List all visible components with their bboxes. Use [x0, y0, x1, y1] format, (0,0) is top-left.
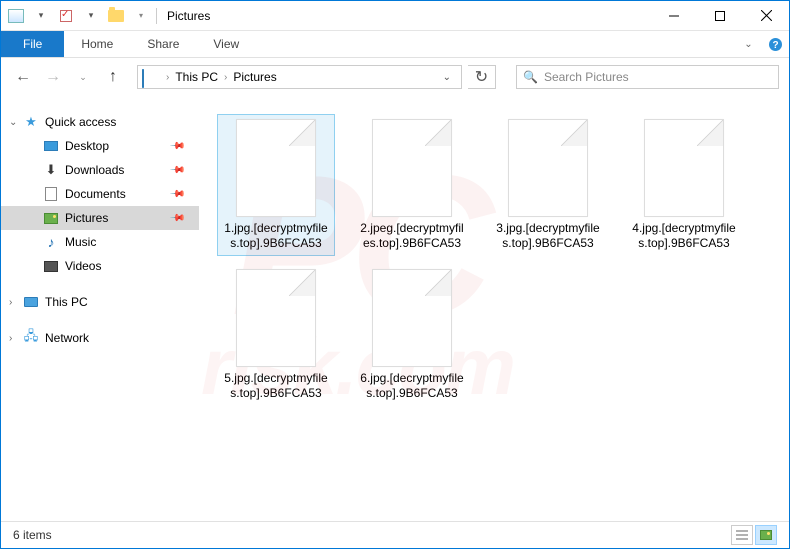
- file-item[interactable]: 1.jpg.[decryptmyfiles.top].9B6FCA53: [217, 114, 335, 256]
- pictures-icon: [43, 210, 59, 226]
- ribbon: File Home Share View ⌄ ?: [1, 31, 789, 58]
- star-icon: ★: [23, 114, 39, 130]
- file-name: 5.jpg.[decryptmyfiles.top].9B6FCA53: [222, 371, 330, 401]
- search-placeholder: Search Pictures: [544, 70, 629, 84]
- downloads-icon: ⬇: [43, 162, 59, 178]
- file-item[interactable]: 5.jpg.[decryptmyfiles.top].9B6FCA53: [217, 264, 335, 406]
- qat-dropdown2-icon[interactable]: ▾: [80, 5, 102, 27]
- tab-home[interactable]: Home: [64, 31, 130, 57]
- tab-view[interactable]: View: [196, 31, 256, 57]
- chevron-right-icon[interactable]: ›: [9, 333, 12, 344]
- qat-properties-icon[interactable]: [55, 5, 77, 27]
- sidebar-item-documents[interactable]: Documents📌: [1, 182, 199, 206]
- file-grid[interactable]: 1.jpg.[decryptmyfiles.top].9B6FCA53 2.jpe…: [199, 96, 789, 521]
- forward-button[interactable]: →: [41, 65, 65, 89]
- file-item[interactable]: 2.jpeg.[decryptmyfiles.top].9B6FCA53: [353, 114, 471, 256]
- svg-text:?: ?: [772, 40, 778, 51]
- breadcrumb[interactable]: › This PC › Pictures ⌄: [137, 65, 462, 89]
- file-name: 1.jpg.[decryptmyfiles.top].9B6FCA53: [222, 221, 330, 251]
- search-icon: 🔍: [523, 70, 538, 84]
- pin-icon: 📌: [168, 138, 185, 155]
- location-icon: [142, 70, 160, 84]
- file-item[interactable]: 3.jpg.[decryptmyfiles.top].9B6FCA53: [489, 114, 607, 256]
- breadcrumb-dropdown[interactable]: ⌄: [437, 72, 457, 83]
- documents-icon: [43, 186, 59, 202]
- file-tab[interactable]: File: [1, 31, 64, 57]
- file-icon: [372, 119, 452, 217]
- file-icon: [372, 269, 452, 367]
- refresh-button[interactable]: ↻: [468, 65, 496, 89]
- file-item[interactable]: 4.jpg.[decryptmyfiles.top].9B6FCA53: [625, 114, 743, 256]
- window-title: Pictures: [167, 9, 210, 23]
- chevron-right-icon[interactable]: ›: [9, 297, 12, 308]
- sidebar-this-pc[interactable]: ›This PC: [1, 290, 199, 314]
- sidebar-item-pictures[interactable]: Pictures📌: [1, 206, 199, 230]
- view-details-button[interactable]: [731, 525, 753, 545]
- pin-icon: 📌: [168, 186, 185, 203]
- separator: [156, 8, 157, 24]
- up-button[interactable]: ↑: [101, 65, 125, 89]
- qat-dropdown-icon[interactable]: ▾: [30, 5, 52, 27]
- title-bar: ▾ ▾ ▾ Pictures: [1, 1, 789, 31]
- file-icon: [236, 119, 316, 217]
- folder-icon: [105, 5, 127, 27]
- sidebar-network[interactable]: ›🖧Network: [1, 326, 199, 350]
- file-icon: [644, 119, 724, 217]
- thispc-icon: [23, 294, 39, 310]
- sidebar-quick-access[interactable]: ⌄ ★ Quick access: [1, 110, 199, 134]
- item-count: 6 items: [13, 528, 52, 542]
- sidebar-item-videos[interactable]: Videos: [1, 254, 199, 278]
- pin-icon: 📌: [168, 162, 185, 179]
- tab-share[interactable]: Share: [130, 31, 196, 57]
- status-bar: 6 items: [1, 521, 789, 547]
- search-input[interactable]: 🔍 Search Pictures: [516, 65, 779, 89]
- close-button[interactable]: [743, 1, 789, 31]
- file-name: 4.jpg.[decryptmyfiles.top].9B6FCA53: [630, 221, 738, 251]
- sidebar-item-music[interactable]: ♪Music: [1, 230, 199, 254]
- sidebar-item-downloads[interactable]: ⬇Downloads📌: [1, 158, 199, 182]
- explorer-icon: [5, 5, 27, 27]
- file-item[interactable]: 6.jpg.[decryptmyfiles.top].9B6FCA53: [353, 264, 471, 406]
- desktop-icon: [43, 138, 59, 154]
- qat-overflow-icon[interactable]: ▾: [130, 5, 152, 27]
- network-icon: 🖧: [23, 330, 39, 346]
- minimize-button[interactable]: [651, 1, 697, 31]
- file-name: 6.jpg.[decryptmyfiles.top].9B6FCA53: [358, 371, 466, 401]
- chevron-right-icon[interactable]: ›: [164, 72, 171, 83]
- content: ⌄ ★ Quick access Desktop📌 ⬇Downloads📌 Do…: [1, 96, 789, 521]
- address-bar-row: ← → ⌄ ↑ › This PC › Pictures ⌄ ↻ 🔍 Searc…: [1, 58, 789, 96]
- breadcrumb-thispc[interactable]: This PC: [171, 70, 222, 84]
- file-icon: [508, 119, 588, 217]
- view-icons-button[interactable]: [755, 525, 777, 545]
- help-icon[interactable]: ?: [762, 31, 789, 57]
- ribbon-expand[interactable]: ⌄: [735, 31, 762, 57]
- music-icon: ♪: [43, 234, 59, 250]
- videos-icon: [43, 258, 59, 274]
- recent-dropdown[interactable]: ⌄: [71, 65, 95, 89]
- file-name: 2.jpeg.[decryptmyfiles.top].9B6FCA53: [358, 221, 466, 251]
- chevron-right-icon[interactable]: ›: [222, 72, 229, 83]
- maximize-button[interactable]: [697, 1, 743, 31]
- back-button[interactable]: ←: [11, 65, 35, 89]
- breadcrumb-pictures[interactable]: Pictures: [229, 70, 280, 84]
- nav-pane: ⌄ ★ Quick access Desktop📌 ⬇Downloads📌 Do…: [1, 96, 199, 521]
- file-name: 3.jpg.[decryptmyfiles.top].9B6FCA53: [494, 221, 602, 251]
- sidebar-item-desktop[interactable]: Desktop📌: [1, 134, 199, 158]
- file-icon: [236, 269, 316, 367]
- chevron-down-icon[interactable]: ⌄: [9, 117, 17, 128]
- pin-icon: 📌: [168, 210, 185, 227]
